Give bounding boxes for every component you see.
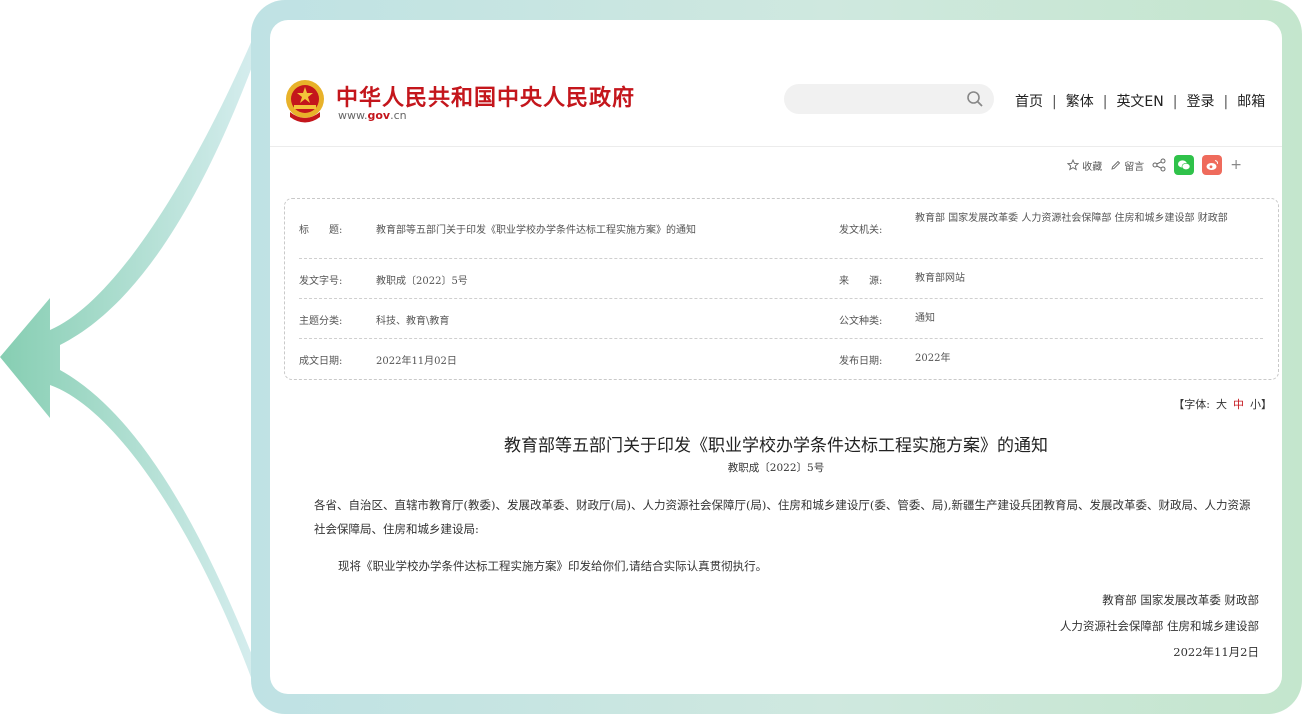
national-emblem-icon xyxy=(286,80,324,123)
search-icon[interactable] xyxy=(966,90,984,108)
info-label: 发文机关: xyxy=(839,225,883,236)
weibo-share-button[interactable] xyxy=(1202,155,1223,175)
nav-home[interactable]: 首页 xyxy=(1015,94,1043,110)
site-url[interactable]: www.gov.cn xyxy=(338,109,407,122)
url-prefix: www. xyxy=(338,109,368,122)
more-share-button[interactable]: + xyxy=(1230,157,1242,173)
nav-separator: | xyxy=(1223,94,1229,110)
info-value: 教育部等五部门关于印发《职业学校办学条件达标工程实施方案》的通知 xyxy=(376,225,696,236)
info-row: 标 题: 教育部等五部门关于印发《职业学校办学条件达标工程实施方案》的通知 发文… xyxy=(299,199,1263,259)
site-title[interactable]: 中华人民共和国中央人民政府 xyxy=(336,80,635,112)
site-header: 中华人民共和国中央人民政府 www.gov.cn 首页 | 繁体 | 英文EN | 登录 | 邮… xyxy=(270,20,1282,147)
weibo-icon xyxy=(1206,160,1219,170)
article-addressee: 各省、自治区、直辖市教育厅(教委)、发展改革委、财政厅(局)、人力资源社会保障厅… xyxy=(314,498,1251,536)
share-toolbar: 收藏 留言 + xyxy=(1067,154,1242,176)
info-value: 通知 xyxy=(915,313,935,324)
article-doc-number: 教职成〔2022〕5号 xyxy=(727,462,825,474)
nav-separator: | xyxy=(1052,94,1057,110)
info-label: 发布日期: xyxy=(839,356,883,367)
info-value: 教育部网站 xyxy=(915,273,965,284)
info-row: 发文字号: 教职成〔2022〕5号 来 源: 教育部网站 xyxy=(299,259,1263,299)
wechat-icon xyxy=(1178,160,1191,171)
url-suffix: .cn xyxy=(390,109,407,122)
top-nav: 首页 | 繁体 | 英文EN | 登录 | 邮箱 xyxy=(1015,91,1265,111)
comment-label: 留言 xyxy=(1124,161,1145,173)
share-icon[interactable] xyxy=(1152,158,1166,172)
search-box xyxy=(784,84,994,114)
info-label: 发文字号: xyxy=(299,276,343,287)
signature-date: 2022年11月2日 xyxy=(1173,645,1259,659)
nav-login[interactable]: 登录 xyxy=(1186,94,1214,110)
info-value: 2022年 xyxy=(915,353,951,364)
article-title: 教育部等五部门关于印发《职业学校办学条件达标工程实施方案》的通知 xyxy=(504,436,1048,456)
info-row: 成文日期: 2022年11月02日 发布日期: 2022年 xyxy=(299,339,1263,378)
font-size-prefix: 【字体: xyxy=(1173,398,1210,411)
info-value: 科技、教育\教育 xyxy=(376,316,450,327)
info-label: 标 题: xyxy=(299,225,343,236)
font-size-suffix: 】 xyxy=(1261,398,1272,411)
comment-button[interactable]: 留言 xyxy=(1110,158,1144,173)
wechat-share-button[interactable] xyxy=(1174,155,1195,175)
font-size-small[interactable]: 小 xyxy=(1250,398,1261,411)
info-value: 2022年11月02日 xyxy=(376,356,457,367)
browser-panel: 中华人民共和国中央人民政府 www.gov.cn 首页 | 繁体 | 英文EN | 登录 | 邮… xyxy=(270,20,1282,694)
font-size-selector: 【字体: 大中小】 xyxy=(1173,396,1272,412)
nav-traditional[interactable]: 繁体 xyxy=(1066,94,1094,110)
nav-english[interactable]: 英文EN xyxy=(1116,94,1163,110)
info-value: 教育部 国家发展改革委 人力资源社会保障部 住房和城乡建设部 财政部 xyxy=(915,213,1228,224)
nav-mail[interactable]: 邮箱 xyxy=(1237,94,1265,110)
pencil-icon xyxy=(1111,160,1121,170)
info-value: 教职成〔2022〕5号 xyxy=(376,276,468,287)
nav-separator: | xyxy=(1102,94,1108,110)
article-paragraph: 现将《职业学校办学条件达标工程实施方案》印发给你们,请结合实际认真贯彻执行。 xyxy=(338,559,768,573)
star-icon xyxy=(1067,159,1080,171)
search-input[interactable] xyxy=(796,89,960,111)
signature-line: 人力资源社会保障部 住房和城乡建设部 xyxy=(1059,619,1259,633)
favorite-button[interactable]: 收藏 xyxy=(1067,158,1102,173)
info-row: 主题分类: 科技、教育\教育 公文种类: 通知 xyxy=(299,299,1263,339)
document-info-box: 标 题: 教育部等五部门关于印发《职业学校办学条件达标工程实施方案》的通知 发文… xyxy=(284,198,1279,380)
favorite-label: 收藏 xyxy=(1082,161,1103,173)
info-label: 成文日期: xyxy=(299,356,343,367)
info-label: 公文种类: xyxy=(839,316,883,327)
signature-line: 教育部 国家发展改革委 财政部 xyxy=(1102,593,1259,607)
nav-separator: | xyxy=(1172,94,1178,110)
font-size-medium[interactable]: 中 xyxy=(1233,398,1244,411)
url-gov: gov xyxy=(367,109,391,122)
info-label: 来 源: xyxy=(839,276,883,287)
font-size-large[interactable]: 大 xyxy=(1216,398,1227,411)
info-label: 主题分类: xyxy=(299,316,343,327)
